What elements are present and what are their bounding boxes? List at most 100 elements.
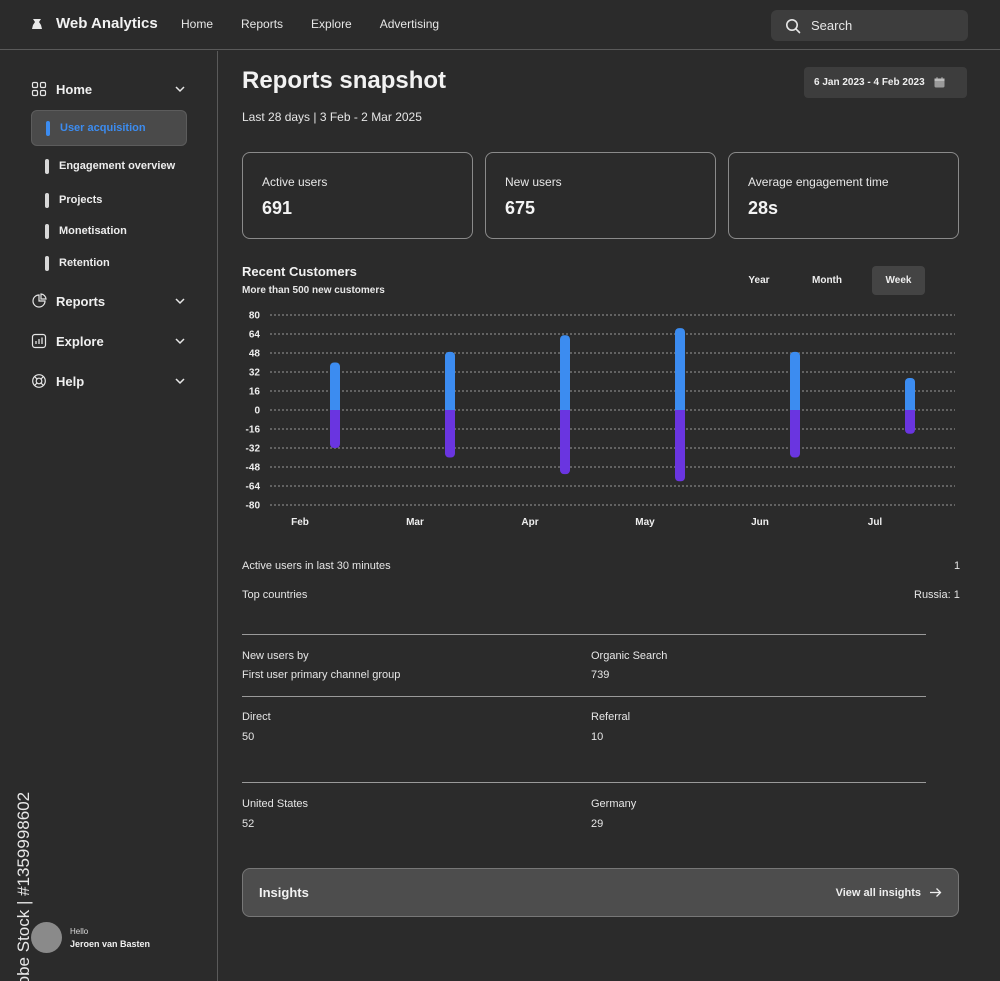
sidebar-item-label: Monetisation <box>59 225 127 237</box>
channel-header-label: New users by <box>242 650 309 662</box>
bar-joint <box>560 410 570 414</box>
bar-positive[interactable] <box>560 335 570 410</box>
sidebar-section-help[interactable]: Help <box>31 371 186 391</box>
y-tick-label: -48 <box>246 463 261 474</box>
bar-negative[interactable] <box>675 410 685 482</box>
y-tick-label: 80 <box>249 311 261 322</box>
bar-joint <box>905 406 915 410</box>
item-indicator <box>45 192 49 208</box>
top-bar: Web Analytics Home Reports Explore Adver… <box>0 0 1000 50</box>
sidebar-section-reports[interactable]: Reports <box>31 291 186 311</box>
kpi-card-active-users[interactable]: Active users 691 <box>242 152 473 239</box>
chart-subtitle: More than 500 new customers <box>242 285 385 296</box>
arrow-right-icon <box>930 888 942 897</box>
range-tab-month[interactable]: Month <box>800 266 854 295</box>
app-title: Web Analytics <box>56 15 158 32</box>
y-tick-label: 48 <box>249 349 261 360</box>
insights-bar[interactable]: Insights View all insights <box>242 868 959 917</box>
sidebar-section-label: Home <box>56 81 93 97</box>
sidebar-item-user-acquisition[interactable]: User acquisition <box>31 110 187 146</box>
nav-home[interactable]: Home <box>181 17 213 31</box>
nav-explore[interactable]: Explore <box>311 17 352 31</box>
nav-advertising[interactable]: Advertising <box>380 17 439 31</box>
x-tick-label: Apr <box>521 517 538 528</box>
bar-negative[interactable] <box>790 410 800 458</box>
channel-name: Organic Search <box>591 650 668 662</box>
x-tick-label: Mar <box>406 517 424 528</box>
lifebuoy-icon <box>32 374 46 388</box>
chart-title: Recent Customers <box>242 264 357 279</box>
bar-positive[interactable] <box>905 377 915 410</box>
chevron-down-icon[interactable] <box>174 335 186 347</box>
y-tick-label: -80 <box>246 501 261 512</box>
view-all-insights-label: View all insights <box>835 886 921 899</box>
bar-positive[interactable] <box>790 351 800 410</box>
bar-positive[interactable] <box>330 362 340 411</box>
bar-positive[interactable] <box>445 351 455 410</box>
kpi-card-new-users[interactable]: New users 675 <box>485 152 716 239</box>
channel-value: 50 <box>242 731 255 743</box>
sidebar-section-explore[interactable]: Explore <box>31 331 186 351</box>
sidebar-item-label: Engagement overview <box>59 160 176 172</box>
view-all-insights-link[interactable]: View all insights <box>836 887 942 899</box>
country-name: United States <box>242 798 309 810</box>
page-subtitle: Last 28 days | 3 Feb - 2 Mar 2025 <box>242 110 422 124</box>
nav-reports[interactable]: Reports <box>241 17 283 31</box>
bar-joint <box>675 406 685 410</box>
chevron-down-icon[interactable] <box>174 295 186 307</box>
divider <box>242 696 926 697</box>
sidebar-item-label: Retention <box>59 257 110 269</box>
bar-joint <box>445 410 455 414</box>
search-input[interactable] <box>811 18 951 33</box>
sidebar-item-engagement-overview[interactable]: Engagement overview <box>31 148 187 184</box>
bar-negative[interactable] <box>560 410 570 475</box>
bar-joint <box>330 406 340 410</box>
bar-positive[interactable] <box>675 328 685 410</box>
user-greeting: Hello <box>70 926 89 936</box>
y-tick-label: 16 <box>249 387 261 398</box>
bar-joint <box>905 410 915 414</box>
sidebar-item-monetisation[interactable]: Monetisation <box>31 213 187 249</box>
channel-header-sublabel: First user primary channel group <box>242 669 401 681</box>
sidebar-item-label: User acquisition <box>60 122 146 134</box>
bar-negative[interactable] <box>330 410 340 448</box>
sidebar-section-label: Explore <box>56 333 104 349</box>
user-profile[interactable]: Hello Jeroen van Basten <box>31 922 150 953</box>
bar-joint <box>790 410 800 414</box>
item-indicator <box>45 223 49 239</box>
range-tab-year[interactable]: Year <box>735 266 783 295</box>
grid-icon <box>31 81 47 97</box>
sidebar: Home User acquisition Engagement overvie… <box>0 51 218 981</box>
recent-customers-chart: 80 64 48 32 16 0 -16 -32 -48 -64 -80 Feb Mar Apr May Ju… <box>246 311 955 528</box>
channel-value: 10 <box>591 731 604 743</box>
top-countries-label: Top countries <box>242 589 308 601</box>
insights-title: Insights <box>259 885 309 900</box>
kpi-label: Average engagement time <box>748 175 889 189</box>
x-tick-label: Jul <box>868 517 883 528</box>
top-nav: Home Reports Explore Advertising <box>181 17 439 31</box>
x-tick-label: Jun <box>751 517 769 528</box>
range-tab-week[interactable]: Week <box>872 266 925 295</box>
avatar[interactable] <box>31 922 62 953</box>
active-30-label: Active users in last 30 minutes <box>242 560 391 572</box>
sidebar-item-retention[interactable]: Retention <box>31 245 187 281</box>
chevron-down-icon[interactable] <box>174 83 186 95</box>
search-icon <box>786 18 801 33</box>
brand[interactable]: Web Analytics <box>30 15 158 32</box>
country-value: 52 <box>242 818 255 830</box>
x-tick-label: Feb <box>291 517 309 528</box>
kpi-label: New users <box>505 175 562 189</box>
chevron-down-icon[interactable] <box>174 375 186 387</box>
logo-icon <box>32 18 42 29</box>
sidebar-section-label: Reports <box>56 293 106 309</box>
bar-negative[interactable] <box>445 410 455 458</box>
search-box[interactable] <box>771 10 968 41</box>
date-range-picker[interactable]: 6 Jan 2023 - 4 Feb 2023 <box>804 67 967 98</box>
kpi-label: Active users <box>262 175 328 189</box>
kpi-card-engagement-time[interactable]: Average engagement time 28s <box>728 152 959 239</box>
channel-value: 739 <box>591 669 610 681</box>
sidebar-section-home[interactable]: Home <box>31 79 186 99</box>
analytics-icon <box>31 333 47 349</box>
y-tick-label: 0 <box>254 406 260 417</box>
item-indicator <box>45 158 49 174</box>
